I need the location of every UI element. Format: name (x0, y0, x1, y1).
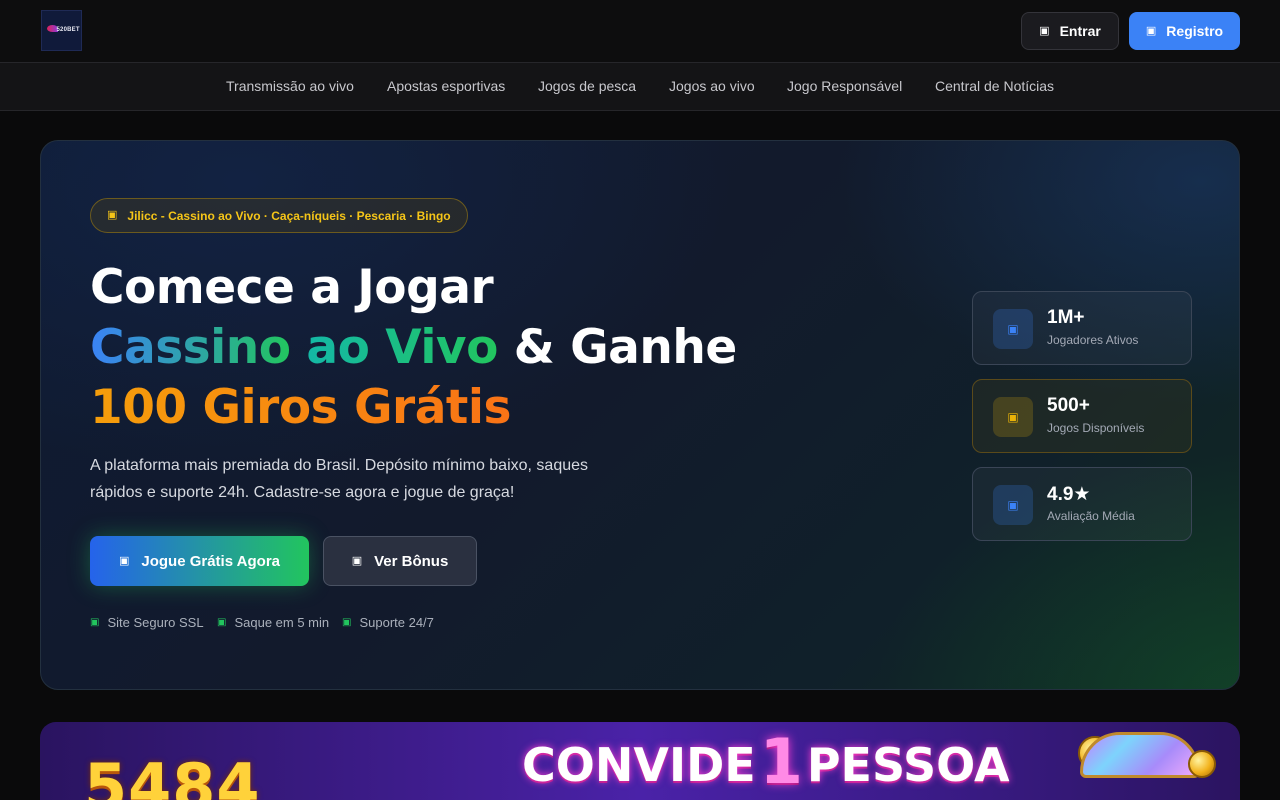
trust-item-label: Saque em 5 min (234, 615, 330, 630)
nav-item-news-center[interactable]: Central de Notícias (935, 78, 1054, 94)
banner-title: CONVIDE 1 PESSOA (522, 725, 1010, 798)
trust-item-label: Site Seguro SSL (107, 615, 204, 630)
logo-mark: 520BET (46, 24, 80, 37)
trust-item-ssl: ▣ Site Seguro SSL (90, 615, 204, 630)
stat-value: 500+ (1047, 395, 1090, 416)
login-button-label: Entrar (1059, 23, 1101, 39)
star-icon: ▣ (993, 485, 1033, 525)
top-header: 520BET ▣ Entrar ▣ Registro (0, 0, 1280, 62)
chest-lid (1080, 732, 1200, 778)
register-button[interactable]: ▣ Registro (1129, 12, 1240, 50)
headset-check-icon: ▣ (342, 616, 352, 628)
stat-value: 4.9★ (1047, 484, 1091, 505)
play-icon: ▣ (118, 554, 130, 567)
stat-label: Jogos Disponíveis (1047, 421, 1145, 435)
nav-item-sports-betting[interactable]: Apostas esportivas (387, 78, 505, 94)
user-plus-icon: ▣ (1145, 24, 1157, 37)
stat-value: 1M+ (1047, 307, 1085, 328)
stat-label: Avaliação Média (1047, 509, 1135, 523)
fire-icon: ▣ (107, 209, 118, 221)
shield-check-icon: ▣ (90, 616, 100, 628)
sign-in-icon: ▣ (1039, 24, 1050, 37)
nav-item-live-games[interactable]: Jogos ao vivo (669, 78, 755, 94)
nav-item-live-stream[interactable]: Transmissão ao vivo (226, 78, 354, 94)
banner-title-b: PESSOA (806, 738, 1010, 792)
nav-item-responsible-gaming[interactable]: Jogo Responsável (787, 78, 902, 94)
coin-icon (1188, 750, 1216, 778)
category-badge-text: Jilicc - Cassino ao Vivo · Caça-níqueis … (127, 208, 451, 223)
hero-title-highlight-casino: Cassino (90, 320, 291, 375)
hero-title-highlight-live: ao Vivo (306, 320, 498, 375)
stat-card-games: ▣ 500+ Jogos Disponíveis (972, 379, 1192, 453)
users-icon: ▣ (993, 309, 1033, 349)
brand-logo[interactable]: 520BET (41, 10, 82, 51)
hero-section: ▣ Jilicc - Cassino ao Vivo · Caça-níquei… (40, 140, 1240, 690)
logo-text: 520BET (56, 26, 80, 33)
main-nav: Transmissão ao vivo Apostas esportivas J… (0, 62, 1280, 111)
play-free-button[interactable]: ▣ Jogue Grátis Agora (90, 536, 309, 586)
gamepad-icon: ▣ (993, 397, 1033, 437)
category-badge: ▣ Jilicc - Cassino ao Vivo · Caça-níquei… (90, 198, 468, 233)
promo-banner[interactable]: 5484 CONVIDE 1 PESSOA (40, 722, 1240, 800)
nav-item-fishing-games[interactable]: Jogos de pesca (538, 78, 636, 94)
banner-title-number: 1 (759, 725, 803, 798)
view-bonus-button-label: Ver Bônus (374, 552, 449, 570)
banner-number: 5484 (84, 750, 261, 800)
hero-title-line-2: Cassino ao Vivo & Ganhe (90, 318, 737, 378)
view-bonus-button[interactable]: ▣ Ver Bônus (323, 536, 477, 586)
trust-item-support: ▣ Suporte 24/7 (342, 615, 434, 630)
login-button[interactable]: ▣ Entrar (1021, 12, 1119, 50)
stat-label: Jogadores Ativos (1047, 333, 1139, 347)
hero-title-line-1: Comece a Jogar (90, 260, 494, 315)
hero-description: A plataforma mais premiada do Brasil. De… (90, 457, 589, 501)
treasure-chest-icon (1040, 728, 1220, 800)
play-free-button-label: Jogue Grátis Agora (141, 552, 281, 570)
clock-check-icon: ▣ (217, 616, 227, 628)
trust-item-label: Suporte 24/7 (359, 615, 434, 630)
stat-card-players: ▣ 1M+ Jogadores Ativos (972, 291, 1192, 365)
trust-item-withdraw: ▣ Saque em 5 min (217, 615, 329, 630)
stat-card-rating: ▣ 4.9★ Avaliação Média (972, 467, 1192, 541)
gift-icon: ▣ (351, 554, 363, 567)
hero-title-rest: & Ganhe (513, 320, 737, 375)
banner-title-a: CONVIDE (522, 738, 756, 792)
hero-title-line-3: 100 Giros Grátis (90, 378, 512, 438)
register-button-label: Registro (1166, 23, 1224, 39)
